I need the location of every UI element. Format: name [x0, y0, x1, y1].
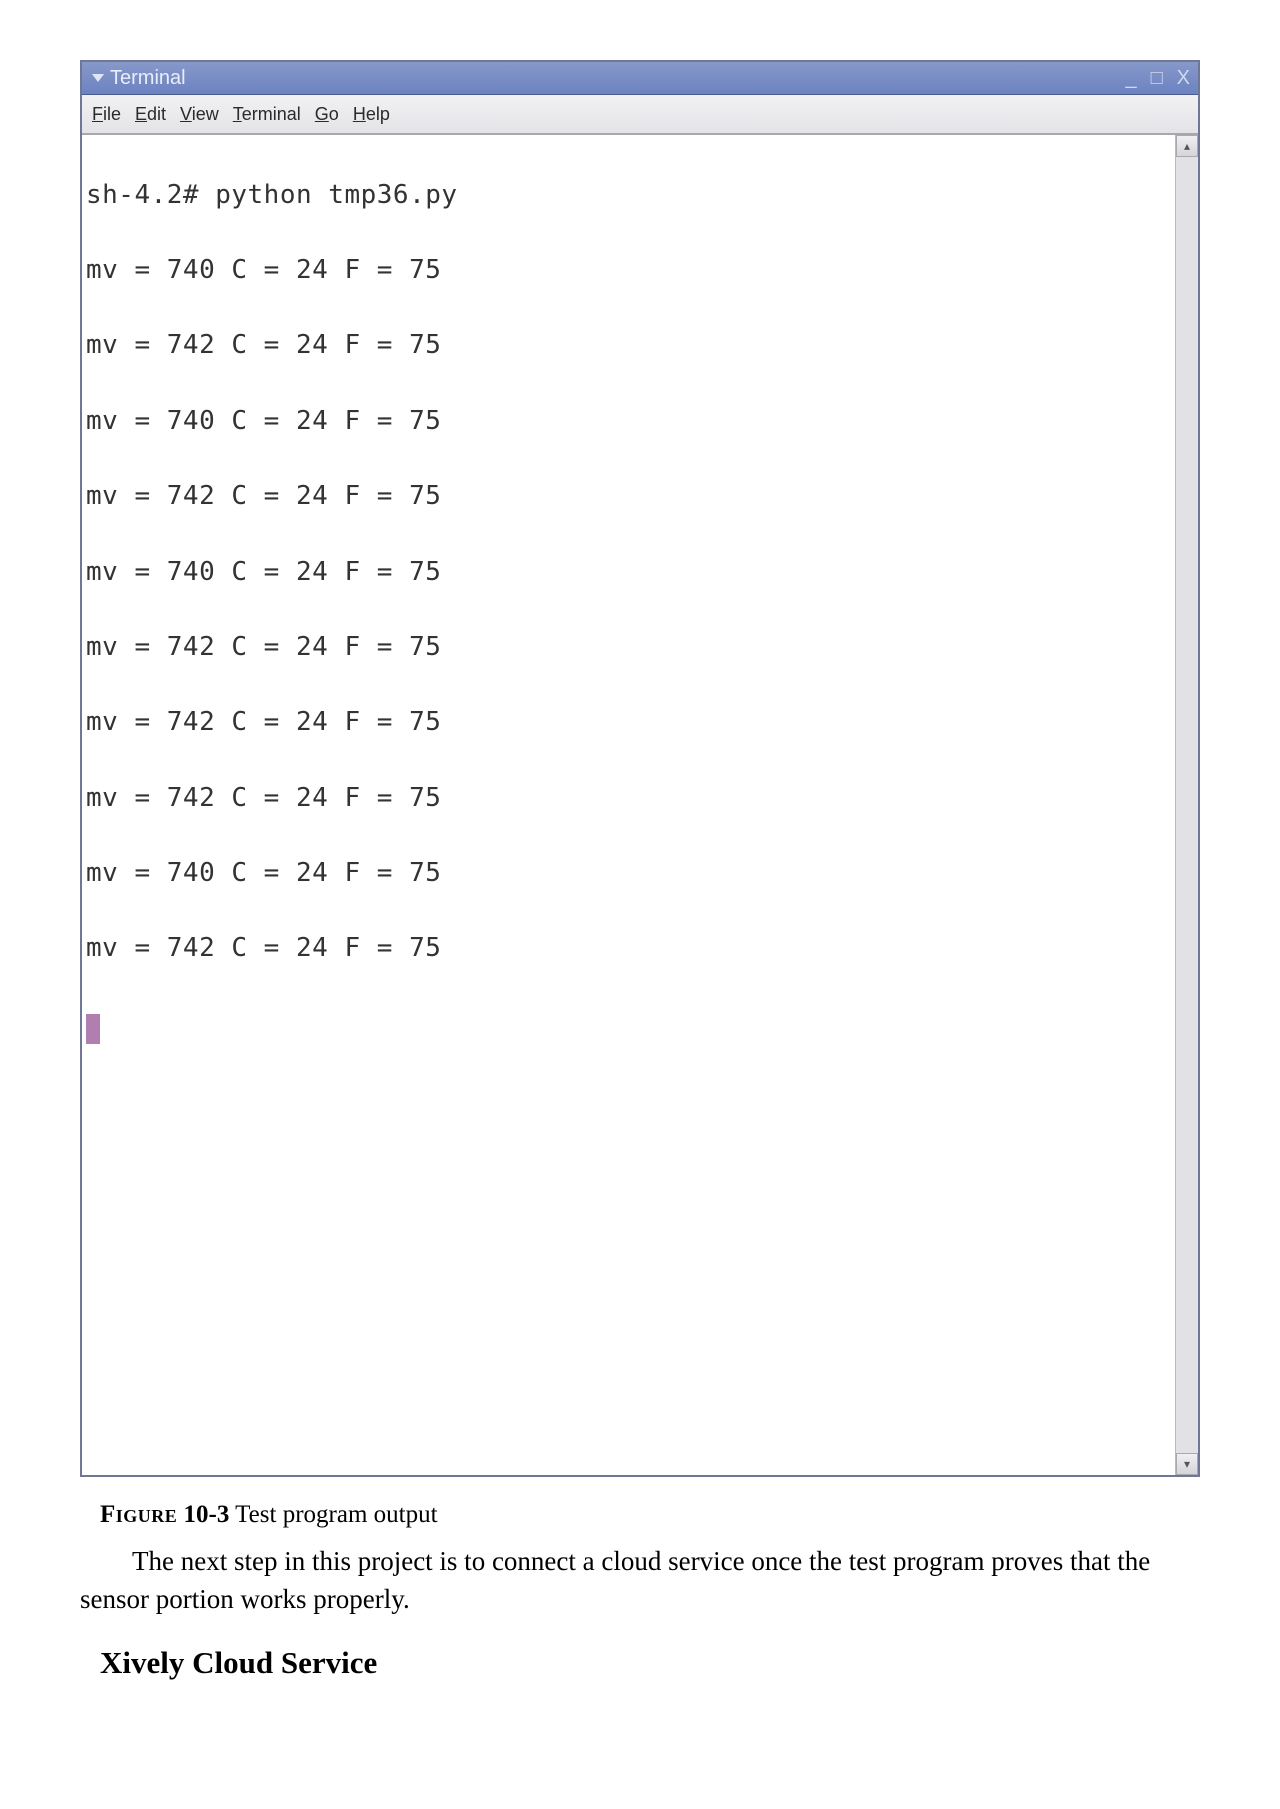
- window-titlebar[interactable]: Terminal _ □ X: [82, 62, 1198, 95]
- figure-caption: Figure 10-3 Test program output: [80, 1497, 1200, 1532]
- menu-view[interactable]: View: [180, 104, 219, 125]
- menu-help[interactable]: Help: [353, 104, 390, 125]
- terminal-line: mv = 742 C = 24 F = 75: [86, 930, 1175, 968]
- minimize-button[interactable]: _: [1125, 67, 1138, 90]
- terminal-line: mv = 742 C = 24 F = 75: [86, 780, 1175, 818]
- scroll-down-button[interactable]: ▾: [1176, 1453, 1198, 1475]
- scroll-up-button[interactable]: ▴: [1176, 135, 1198, 157]
- maximize-button[interactable]: □: [1151, 67, 1165, 90]
- section-heading: Xively Cloud Service: [80, 1645, 1200, 1681]
- terminal-line: mv = 740 C = 24 F = 75: [86, 855, 1175, 893]
- window-title: Terminal: [110, 67, 186, 90]
- menu-edit[interactable]: Edit: [135, 104, 166, 125]
- menu-go[interactable]: Go: [315, 104, 339, 125]
- arrow-up-icon: ▴: [1184, 139, 1190, 154]
- body-paragraph: The next step in this project is to conn…: [80, 1542, 1200, 1619]
- cursor-icon: [86, 1014, 100, 1044]
- dropdown-arrow-icon[interactable]: [92, 74, 104, 82]
- terminal-line: mv = 742 C = 24 F = 75: [86, 478, 1175, 516]
- terminal-line: mv = 740 C = 24 F = 75: [86, 403, 1175, 441]
- arrow-down-icon: ▾: [1184, 1457, 1190, 1472]
- terminal-line: mv = 740 C = 24 F = 75: [86, 252, 1175, 290]
- close-button[interactable]: X: [1177, 67, 1192, 90]
- scrollbar[interactable]: ▴ ▾: [1175, 135, 1198, 1475]
- terminal-window: Terminal _ □ X File Edit View Terminal G…: [80, 60, 1200, 1477]
- terminal-line: mv = 742 C = 24 F = 75: [86, 629, 1175, 667]
- terminal-output[interactable]: sh-4.2# python tmp36.py mv = 740 C = 24 …: [82, 135, 1175, 1475]
- terminal-line: mv = 742 C = 24 F = 75: [86, 704, 1175, 742]
- menu-file[interactable]: File: [92, 104, 121, 125]
- terminal-line: mv = 740 C = 24 F = 75: [86, 554, 1175, 592]
- menubar: File Edit View Terminal Go Help: [82, 95, 1198, 135]
- menu-terminal[interactable]: Terminal: [233, 104, 301, 125]
- terminal-line: sh-4.2# python tmp36.py: [86, 177, 1175, 215]
- figure-label: Figure: [100, 1501, 177, 1528]
- figure-number: 10-3: [184, 1501, 230, 1528]
- page: Terminal _ □ X File Edit View Terminal G…: [0, 0, 1280, 1809]
- window-controls: _ □ X: [1125, 67, 1192, 90]
- figure-caption-text: Test program output: [229, 1501, 437, 1528]
- titlebar-left: Terminal: [88, 67, 186, 90]
- terminal-line: mv = 742 C = 24 F = 75: [86, 327, 1175, 365]
- terminal-body: sh-4.2# python tmp36.py mv = 740 C = 24 …: [82, 135, 1198, 1475]
